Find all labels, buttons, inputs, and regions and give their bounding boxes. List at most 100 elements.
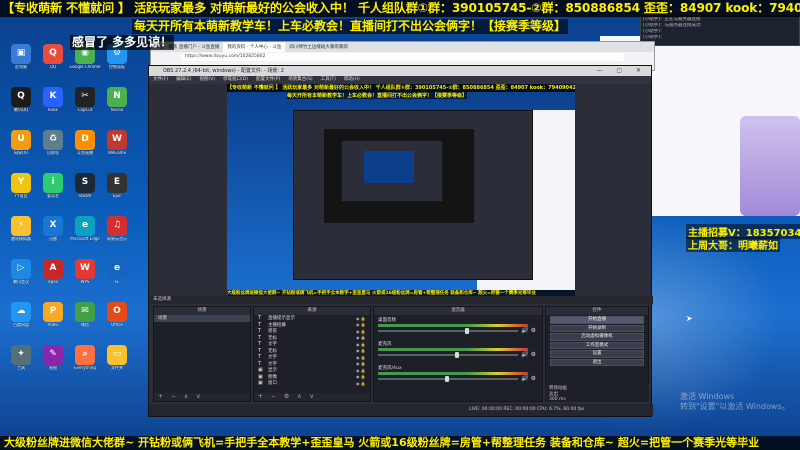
window-controls[interactable]: — ▢ ✕ xyxy=(596,66,647,76)
scenes-title: 场景 xyxy=(154,307,250,315)
desktop-icon[interactable]: ✦ 工具 xyxy=(5,345,37,370)
desktop-icon[interactable]: N Nvidia xyxy=(101,87,133,112)
source-item[interactable]: T 感冒 ◉ 🔒 xyxy=(254,328,370,335)
source-name: 图像 xyxy=(268,374,277,380)
desktop-icon-label: Steam xyxy=(78,194,92,198)
start-streaming-button[interactable]: 开始直播 xyxy=(550,316,644,324)
sources-toolbar[interactable]: + − ⚙ ∧ ∨ xyxy=(254,393,370,401)
desktop-icon[interactable]: D 斗鱼直播 xyxy=(69,130,101,155)
browser-tab[interactable]: 四川绵竹土边缝斑大暴雨暴雨 xyxy=(285,42,352,52)
desktop-icon[interactable]: U 网易UU xyxy=(5,130,37,155)
desktop-icon[interactable]: S Steam xyxy=(69,173,101,198)
chat-window[interactable]: [小助手]：正在与服务器连接 [小助手]：与服务器连接成功 (小助手)： [小助… xyxy=(640,14,800,46)
desktop-icon[interactable]: ▣ 此电脑 xyxy=(5,44,37,69)
speaker-icon[interactable]: 🔊 ⚙ xyxy=(521,351,536,358)
obs-preview[interactable]: 【专收萌新 不懂就问 】 活跃玩家最多 对萌新最好的公会收入中！ 千人组队群①群… xyxy=(227,84,575,298)
visibility-lock-icon[interactable]: ◉ 🔒 xyxy=(356,329,370,334)
source-item[interactable]: T 无标 ◉ 🔒 xyxy=(254,348,370,355)
menu-tools[interactable]: 工具(T) xyxy=(321,76,336,84)
mixer-list: 桌面音频 🔊 ⚙ 麦克风 🔊 ⚙ 麦克风/Aux 🔊 ⚙ xyxy=(374,315,542,387)
preview-obs-inner2 xyxy=(342,141,442,201)
speaker-icon[interactable]: 🔊 ⚙ xyxy=(521,327,536,334)
desktop-icon[interactable]: Y YY语音 xyxy=(5,173,37,198)
browser-tab[interactable]: 我的资料 - 个人中心 - 斗鱼 xyxy=(223,42,286,52)
desktop-icon[interactable]: W WeGame xyxy=(101,130,133,155)
visibility-lock-icon[interactable]: ◉ 🔒 xyxy=(356,335,370,340)
visibility-lock-icon[interactable]: ◉ 🔒 xyxy=(356,316,370,321)
studio-mode-button[interactable]: 工作室模式 xyxy=(550,341,644,349)
desktop-icon[interactable]: ✎ 画图 xyxy=(37,345,69,370)
desktop-icon[interactable]: X 迅雷 xyxy=(37,216,69,241)
app-icon: ⌕ xyxy=(75,345,95,365)
desktop-icon[interactable]: Q 腾讯QQ xyxy=(5,87,37,112)
scene-item[interactable]: 场景 xyxy=(154,315,250,322)
menu-scene-collection[interactable]: 场景集合(S) xyxy=(288,76,312,84)
visibility-lock-icon[interactable]: ◉ 🔒 xyxy=(356,348,370,353)
visibility-lock-icon[interactable]: ◉ 🔒 xyxy=(356,381,370,386)
source-item[interactable]: ▣ 窗口 ◉ 🔒 xyxy=(254,380,370,387)
visibility-lock-icon[interactable]: ◉ 🔒 xyxy=(356,374,370,379)
watermark-line2: 转到"设置"以激活 Windows。 xyxy=(680,401,790,411)
desktop-icon[interactable]: e IE xyxy=(101,259,133,284)
menu-docks[interactable]: 停靠窗口(D) xyxy=(223,76,248,84)
exit-button[interactable]: 退出 xyxy=(550,358,644,366)
transition-duration[interactable]: 300 ms xyxy=(549,397,645,402)
app-icon: Y xyxy=(11,173,31,193)
desktop-icon[interactable]: O Office xyxy=(101,302,133,327)
desktop-icon[interactable]: ⌕ Everything xyxy=(69,345,101,370)
desktop-icon[interactable]: P PUBG xyxy=(37,302,69,327)
start-recording-button[interactable]: 开始录制 xyxy=(550,324,644,332)
obs-window[interactable]: OBS 27.2.4 (64-bit, windows) - 配置文件: - 场… xyxy=(148,65,653,417)
menu-help[interactable]: 帮助(H) xyxy=(344,76,360,84)
source-item[interactable]: T 文字 ◉ 🔒 xyxy=(254,361,370,368)
source-item[interactable]: T 文字 ◉ 🔒 xyxy=(254,354,370,361)
visibility-lock-icon[interactable]: ◉ 🔒 xyxy=(356,368,370,373)
desktop-icon[interactable]: K Kook xyxy=(37,87,69,112)
desktop-icon[interactable]: W WPS xyxy=(69,259,101,284)
virtual-camera-button[interactable]: 启动虚拟摄像机 xyxy=(550,333,644,341)
volume-fader[interactable] xyxy=(378,354,518,356)
app-icon: ♫ xyxy=(107,216,127,236)
menu-file[interactable]: 文件(F) xyxy=(153,76,168,84)
source-item[interactable]: T 无标 ◉ 🔒 xyxy=(254,335,370,342)
source-item[interactable]: T 主播招募 ◉ 🔒 xyxy=(254,322,370,329)
desktop-icon[interactable]: ✉ 微信 xyxy=(69,302,101,327)
source-item[interactable]: T 直播提示显示 ◉ 🔒 xyxy=(254,315,370,322)
source-item[interactable]: T 文字 ◉ 🔒 xyxy=(254,341,370,348)
desktop-icon-label: IE xyxy=(115,280,119,284)
address-bar[interactable]: https://www.douyu.com/102825802 xyxy=(181,53,624,61)
menu-edit[interactable]: 编辑(E) xyxy=(176,76,191,84)
desktop-icon[interactable]: Q QQ xyxy=(37,44,69,69)
volume-fader[interactable] xyxy=(378,330,518,332)
mixer-dock: 混音器 桌面音频 🔊 ⚙ 麦克风 🔊 ⚙ 麦克风/Aux 🔊 ⚙ xyxy=(373,306,543,402)
fader-handle[interactable] xyxy=(445,376,450,382)
desktop-icon[interactable]: ♫ 网易云音乐 xyxy=(101,216,133,241)
desktop-icon[interactable]: ♻ 回收站 xyxy=(37,130,69,155)
bottom-marquee: 大级粉丝牌进微信大佬群~ 开钻粉或俩飞机=手把手全本教学+歪歪皇马 火箭或16级… xyxy=(0,436,800,450)
speaker-icon[interactable]: 🔊 ⚙ xyxy=(521,375,536,382)
desktop-icon-label: PUBG xyxy=(47,323,59,327)
scenes-toolbar[interactable]: + − ∧ ∨ xyxy=(154,393,250,401)
desktop-icon[interactable]: E Epic xyxy=(101,173,133,198)
desktop-icon-label: 画图 xyxy=(49,366,57,370)
visibility-lock-icon[interactable]: ◉ 🔒 xyxy=(356,322,370,327)
menu-view[interactable]: 视图(V) xyxy=(199,76,215,84)
fader-handle[interactable] xyxy=(464,328,469,334)
desktop-icon[interactable]: ✂ CapCut xyxy=(69,87,101,112)
app-icon: X xyxy=(43,216,63,236)
desktop-icon[interactable]: ☁ 百度网盘 xyxy=(5,302,37,327)
menu-profile[interactable]: 配置文件(P) xyxy=(256,76,280,84)
visibility-lock-icon[interactable]: ◉ 🔒 xyxy=(356,355,370,360)
desktop-icon[interactable]: ▭ 文件夹 xyxy=(101,345,133,370)
fader-handle[interactable] xyxy=(455,352,459,358)
desktop-icon[interactable]: ▷ 腾讯会议 xyxy=(5,259,37,284)
desktop-icon[interactable]: i 爱奇艺 xyxy=(37,173,69,198)
source-item[interactable]: ▣ 显示 ◉ 🔒 xyxy=(254,367,370,374)
source-item[interactable]: ▣ 图像 ◉ 🔒 xyxy=(254,374,370,381)
settings-button[interactable]: 设置 xyxy=(550,350,644,358)
desktop-icon[interactable]: A Apex xyxy=(37,259,69,284)
visibility-lock-icon[interactable]: ◉ 🔒 xyxy=(356,342,370,347)
visibility-lock-icon[interactable]: ◉ 🔒 xyxy=(356,361,370,366)
desktop-icon[interactable]: e Microsoft Edge xyxy=(69,216,101,241)
desktop-icon[interactable]: ⚡ 雷电模拟器 xyxy=(5,216,37,241)
